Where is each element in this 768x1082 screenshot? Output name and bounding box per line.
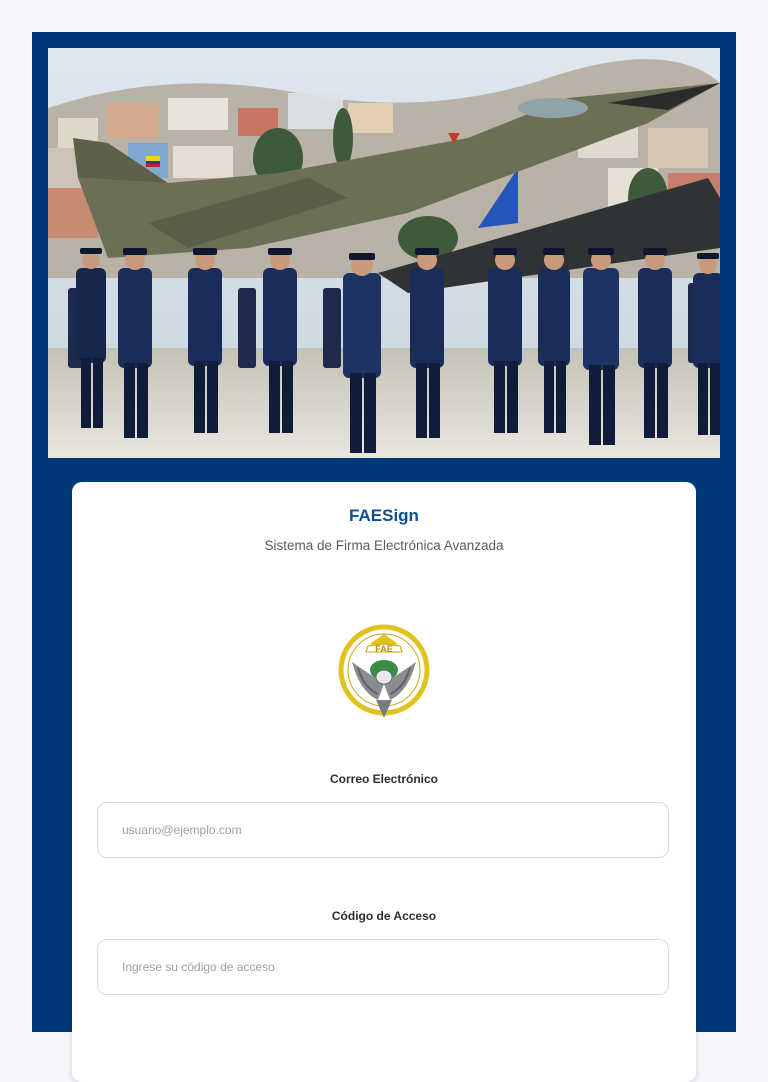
access-code-input[interactable]	[97, 939, 669, 995]
email-label: Correo Electrónico	[329, 772, 439, 786]
hero-photo	[48, 48, 720, 458]
svg-text:FAE: FAE	[375, 644, 393, 654]
login-page-frame: FAESign Sistema de Firma Electrónica Ava…	[32, 32, 736, 1082]
access-code-label: Código de Acceso	[331, 909, 437, 923]
hero-photo-illustration	[48, 48, 720, 458]
app-title: FAESign	[349, 506, 419, 525]
email-input[interactable]	[97, 802, 669, 858]
fae-emblem-logo: FAE	[338, 622, 430, 722]
login-card: FAESign Sistema de Firma Electrónica Ava…	[72, 482, 696, 1082]
app-subtitle: Sistema de Firma Electrónica Avanzada	[264, 538, 504, 553]
